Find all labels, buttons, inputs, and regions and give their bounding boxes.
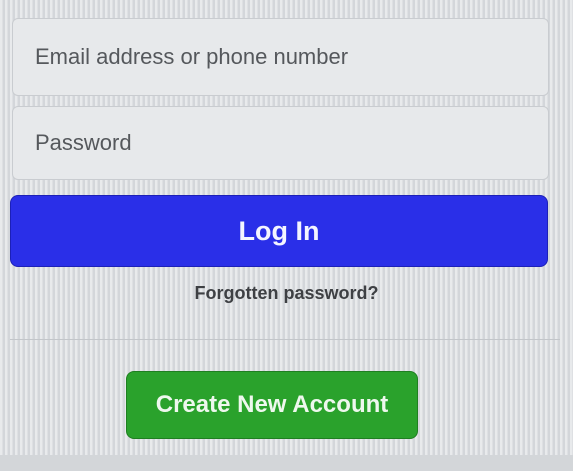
- login-button[interactable]: Log In: [10, 195, 548, 267]
- email-input[interactable]: [35, 19, 548, 95]
- password-input[interactable]: [35, 107, 548, 179]
- bottom-edge: [0, 455, 573, 471]
- forgotten-password-link[interactable]: Forgotten password?: [0, 283, 573, 304]
- create-account-button[interactable]: Create New Account: [126, 371, 418, 439]
- divider: [10, 339, 560, 340]
- email-field[interactable]: [12, 18, 549, 96]
- password-field[interactable]: [12, 106, 549, 180]
